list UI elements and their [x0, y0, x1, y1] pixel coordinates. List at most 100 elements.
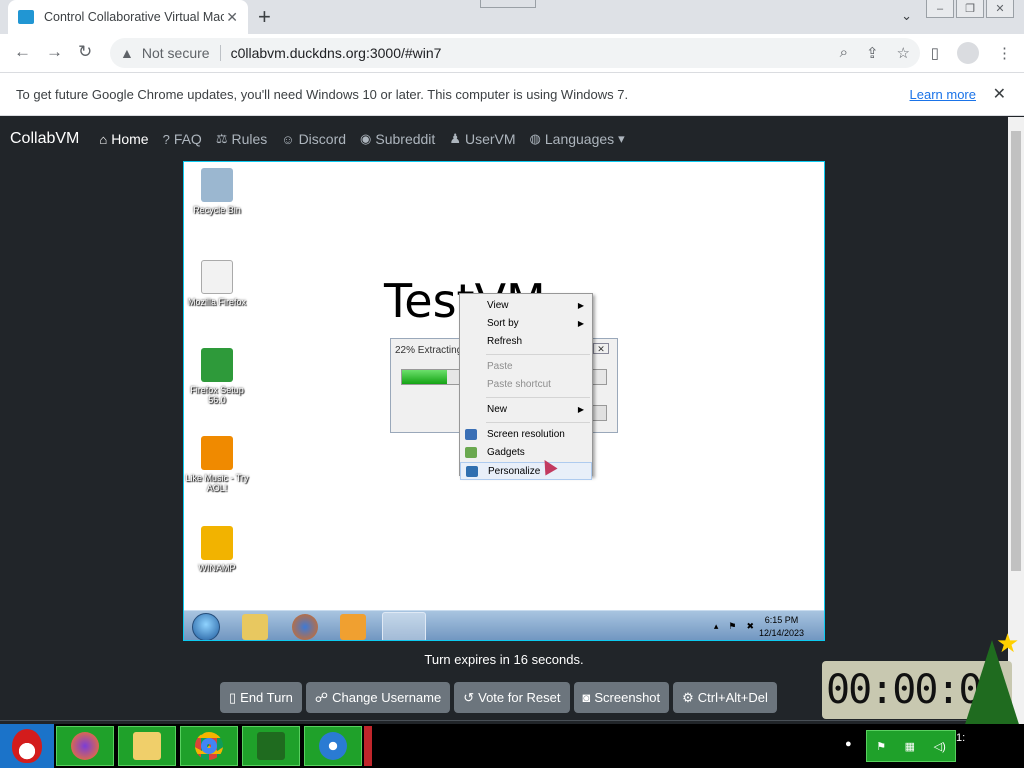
- host-taskbar: ● ⚑ ▦ ◁) 1:: [0, 724, 1024, 768]
- close-window-icon[interactable]: ✕: [986, 0, 1014, 18]
- desktop-icon-recycle-bin[interactable]: Recycle Bin: [184, 168, 252, 215]
- restore-icon[interactable]: ❐: [956, 0, 984, 18]
- ctx-screen-resolution[interactable]: Screen resolution: [460, 426, 592, 444]
- kebab-menu-icon[interactable]: ⋮: [997, 44, 1012, 62]
- media-player-icon[interactable]: [340, 614, 366, 640]
- update-infobar: To get future Google Chrome updates, you…: [0, 72, 1024, 116]
- desktop-icon-firefox[interactable]: Mozilla Firefox: [184, 260, 252, 307]
- tray-flag-icon[interactable]: ⚑: [728, 621, 736, 632]
- vm-screen[interactable]: Recycle Bin Mozilla Firefox Firefox Setu…: [183, 161, 825, 641]
- side-panel-icon[interactable]: ▯: [931, 44, 939, 62]
- url-text[interactable]: c0llabvm.duckdns.org:3000/#win7: [231, 45, 442, 61]
- vm-clock-time: 6:15 PM: [764, 615, 799, 625]
- browser-toolbar: ← → ↻ ▲ Not secure c0llabvm.duckdns.org:…: [0, 34, 1024, 72]
- dialog-close-icon[interactable]: ✕: [593, 343, 609, 354]
- ctx-personalize[interactable]: Personalize: [460, 462, 592, 480]
- back-arrow-icon[interactable]: ←: [14, 42, 31, 62]
- tab-search-handle[interactable]: [480, 0, 536, 8]
- ctx-gadgets[interactable]: Gadgets: [460, 444, 592, 462]
- screenshot-button[interactable]: ◙ Screenshot: [573, 682, 670, 713]
- profile-avatar[interactable]: [957, 42, 979, 64]
- ctx-paste[interactable]: Paste: [460, 358, 592, 376]
- user-icon: ♟: [449, 131, 461, 146]
- browser-tab[interactable]: Control Collaborative Virtual Machines ✕: [8, 0, 248, 34]
- bookmark-star-icon[interactable]: ☆: [897, 44, 910, 62]
- gear-icon: ⚙: [682, 689, 694, 705]
- nav-faq[interactable]: ? FAQ: [163, 131, 202, 147]
- tray-up-arrow-icon[interactable]: ▴: [714, 621, 719, 632]
- ctx-sort-by[interactable]: Sort by ▶: [460, 315, 592, 333]
- reload-icon[interactable]: ↻: [78, 42, 92, 62]
- windows-start-orb-icon[interactable]: [192, 613, 220, 640]
- desktop-icon-label: Recycle Bin: [193, 205, 241, 215]
- desktop-icon-firefox-setup[interactable]: Firefox Setup 56.0: [184, 348, 252, 405]
- site-brand[interactable]: CollabVM: [10, 130, 79, 148]
- nav-discord[interactable]: ☺ Discord: [281, 131, 346, 147]
- volume-icon[interactable]: ◁): [934, 740, 946, 753]
- nav-uservm[interactable]: ♟ UserVM: [449, 131, 515, 147]
- tray-network-icon[interactable]: ✖: [746, 621, 754, 632]
- ctx-refresh[interactable]: Refresh: [460, 333, 592, 351]
- host-firefox-button[interactable]: [56, 726, 114, 766]
- minimize-icon[interactable]: –: [926, 0, 954, 18]
- network-icon[interactable]: ▦: [905, 740, 915, 753]
- explorer-folder-icon[interactable]: [242, 614, 268, 640]
- toolbar-right: ▯ ⋮: [931, 42, 1012, 64]
- zoom-icon[interactable]: ⌕: [840, 44, 848, 62]
- nav-home-label: Home: [111, 131, 149, 147]
- host-clock[interactable]: 1:: [956, 732, 965, 744]
- tab-list-chevron-icon[interactable]: ⌄: [901, 8, 912, 24]
- change-username-label: Change Username: [332, 690, 442, 705]
- collabvm-page: CollabVM ⌂ Home ? FAQ ⚖ Rules ☺ Discord ◉ Sub…: [0, 117, 1008, 724]
- desktop-icon-like-music[interactable]: Like Music - Try AOL!: [184, 436, 252, 493]
- host-chrome-button[interactable]: [180, 726, 238, 766]
- nav-subreddit-label: Subreddit: [375, 131, 436, 147]
- nav-faq-label: FAQ: [173, 131, 202, 147]
- question-icon: ?: [162, 131, 170, 147]
- desktop-icon-label: Firefox Setup 56.0: [190, 385, 244, 405]
- santa-start-button-icon[interactable]: [0, 724, 54, 768]
- security-label[interactable]: Not secure: [142, 45, 210, 61]
- host-tree-app-button[interactable]: [242, 726, 300, 766]
- infobar-text: To get future Google Chrome updates, you…: [16, 86, 629, 102]
- infobar-close-icon[interactable]: ✕: [993, 84, 1006, 104]
- host-app-button[interactable]: [304, 726, 362, 766]
- desktop-icon-label: Like Music - Try AOL!: [185, 473, 249, 493]
- new-tab-button[interactable]: +: [258, 4, 271, 30]
- caret-down-icon: ▾: [618, 131, 625, 146]
- menu-separator: [486, 397, 590, 398]
- desktop-icon-winamp[interactable]: WINAMP: [184, 526, 252, 573]
- ctx-view[interactable]: View ▶: [460, 297, 592, 315]
- users-icon: ☍: [314, 689, 329, 705]
- ctrl-alt-del-button[interactable]: ⚙ Ctrl+Alt+Del: [673, 682, 777, 713]
- change-username-button[interactable]: ☍ Change Username: [305, 682, 451, 713]
- tab-close-icon[interactable]: ✕: [226, 9, 238, 26]
- nav-rules[interactable]: ⚖ Rules: [216, 131, 267, 147]
- ctx-paste-shortcut[interactable]: Paste shortcut: [460, 376, 592, 394]
- submenu-arrow-icon: ▶: [577, 319, 584, 328]
- nav-home[interactable]: ⌂ Home: [99, 131, 148, 147]
- taskbar-active-installer[interactable]: [382, 612, 426, 640]
- scrollbar-thumb[interactable]: [1011, 131, 1021, 571]
- warning-triangle-icon[interactable]: ▲: [120, 45, 134, 61]
- firefox-icon[interactable]: [292, 614, 318, 640]
- end-turn-button[interactable]: ▯ End Turn: [220, 682, 302, 713]
- address-bar[interactable]: ▲ Not secure c0llabvm.duckdns.org:3000/#…: [110, 38, 920, 68]
- ctx-new[interactable]: New ▶: [460, 401, 592, 419]
- taskbar-divider: [364, 726, 372, 766]
- nav-subreddit[interactable]: ◉ Subreddit: [360, 131, 435, 147]
- vm-clock[interactable]: 6:15 PM 12/14/2023: [759, 614, 804, 640]
- end-turn-label: End Turn: [240, 690, 293, 705]
- installer-icon: [201, 348, 233, 382]
- vote-reset-button[interactable]: ↺ Vote for Reset: [454, 682, 570, 713]
- gavel-icon: ⚖: [215, 131, 228, 146]
- action-center-flag-icon[interactable]: ⚑: [876, 740, 886, 753]
- nav-languages[interactable]: ◍ Languages ▾: [530, 131, 625, 147]
- nav-discord-label: Discord: [298, 131, 347, 147]
- forward-arrow-icon[interactable]: →: [46, 42, 63, 62]
- submenu-arrow-icon: ▶: [577, 405, 584, 414]
- share-icon[interactable]: ⇪: [866, 44, 879, 62]
- host-explorer-button[interactable]: [118, 726, 176, 766]
- learn-more-link[interactable]: Learn more: [910, 87, 976, 102]
- recycle-bin-icon: [201, 168, 233, 202]
